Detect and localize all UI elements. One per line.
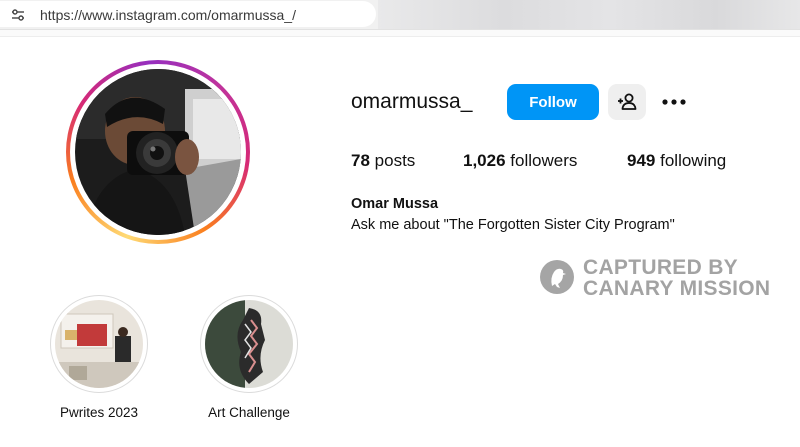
highlight-art-challenge[interactable]: Art Challenge: [184, 295, 314, 430]
more-options-button[interactable]: [660, 90, 688, 114]
highlight-image: [205, 300, 293, 388]
avatar-image: [75, 69, 241, 235]
canary-mission-watermark: CAPTURED BY CANARY MISSION: [538, 255, 778, 301]
posts-count: 78 posts: [351, 151, 416, 170]
url-field[interactable]: https://www.instagram.com/omarmussa_/: [0, 1, 376, 27]
avatar-photo: [75, 69, 241, 235]
followers-link[interactable]: 1,026 followers: [463, 151, 577, 171]
blurred-tab-area: [378, 0, 800, 29]
follow-button[interactable]: Follow: [507, 84, 599, 120]
more-horizontal-icon: [662, 99, 686, 105]
add-person-icon: [618, 93, 637, 110]
highlight-label: Pwrites 2023: [59, 405, 139, 420]
profile-avatar[interactable]: [66, 60, 250, 244]
canary-bird-icon: [540, 260, 574, 294]
highlight-cover: [50, 295, 148, 393]
highlight-cover: [200, 295, 298, 393]
highlight-pwrites-2023[interactable]: Pwrites 2023: [34, 295, 164, 430]
watermark-line-2: CANARY MISSION: [583, 277, 771, 300]
suggest-accounts-button[interactable]: [608, 84, 646, 120]
following-link[interactable]: 949 following: [627, 151, 726, 171]
highlight-image: [55, 300, 143, 388]
profile-bio: Ask me about "The Forgotten Sister City …: [351, 217, 675, 233]
highlight-label: Art Challenge: [208, 405, 290, 420]
tune-icon[interactable]: [10, 7, 26, 23]
profile-full-name: Omar Mussa: [351, 196, 439, 212]
browser-address-bar: https://www.instagram.com/omarmussa_/: [0, 0, 800, 30]
url-text[interactable]: https://www.instagram.com/omarmussa_/: [40, 7, 296, 23]
profile-username: omarmussa_: [351, 90, 473, 113]
bar-divider: [0, 30, 800, 37]
